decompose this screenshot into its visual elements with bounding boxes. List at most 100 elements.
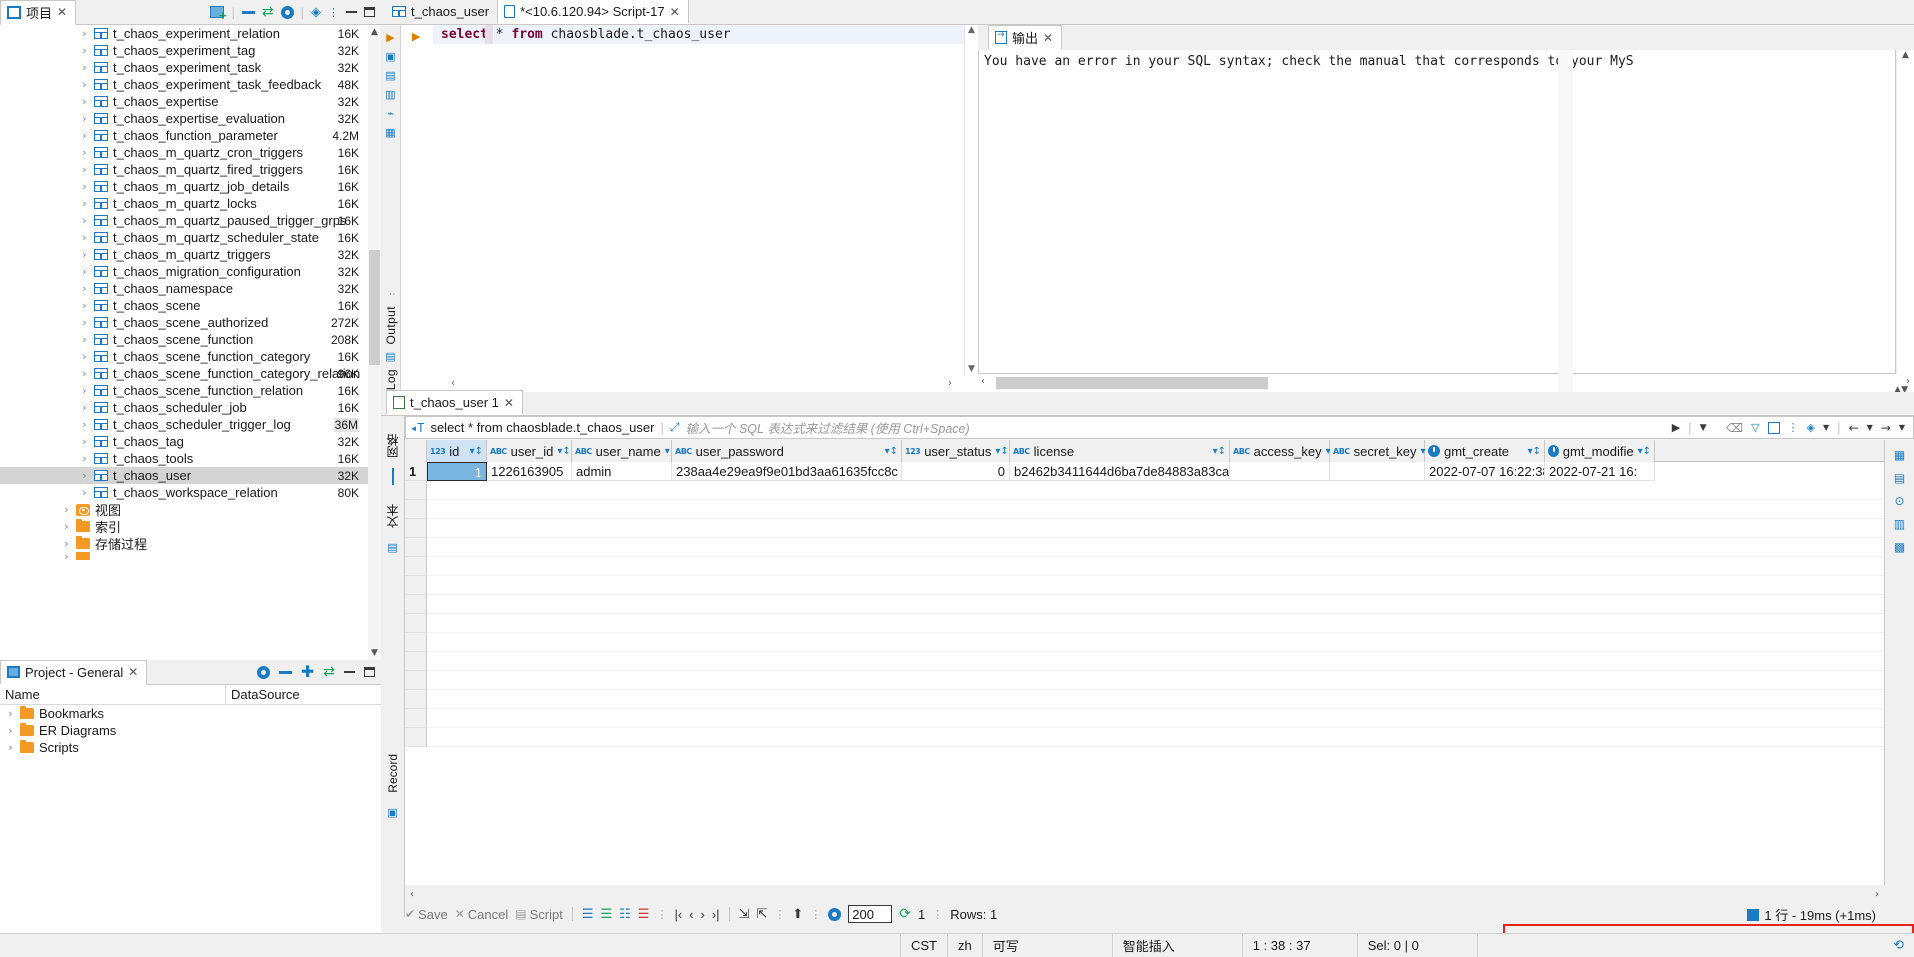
sql-vertical-scrollbar[interactable]: ▲ ▼: [964, 25, 978, 376]
navigator-table-row[interactable]: › t_chaos_m_quartz_fired_triggers 16K: [0, 161, 381, 178]
navigator-table-row[interactable]: › t_chaos_workspace_relation 80K: [0, 484, 381, 501]
grid-panel-icon[interactable]: [1767, 421, 1780, 434]
filter-current-query[interactable]: select * from chaosblade.t_chaos_user: [430, 420, 654, 435]
scroll-right-icon[interactable]: ›: [948, 378, 952, 389]
expand-arrow-icon[interactable]: ›: [80, 27, 89, 40]
filter-placeholder[interactable]: 输入一个 SQL 表达式来过滤结果 (使用 Ctrl+Space): [685, 418, 969, 437]
output-left-scrollbar[interactable]: [1558, 50, 1573, 392]
expand-arrow-icon[interactable]: ›: [80, 231, 89, 244]
expand-arrow-icon[interactable]: ›: [80, 265, 89, 278]
navigator-table-row[interactable]: › t_chaos_scene_function 208K: [0, 331, 381, 348]
column-filter-sort-icon[interactable]: ▾↕: [995, 446, 1008, 457]
scroll-down-icon[interactable]: ▼: [368, 646, 381, 660]
scroll-up-icon[interactable]: ▲: [368, 25, 381, 39]
expand-arrow-icon[interactable]: ›: [80, 316, 89, 329]
delete-row-icon[interactable]: ☰: [638, 907, 650, 922]
navigator-table-row[interactable]: › t_chaos_scene 16K: [0, 297, 381, 314]
output-panel-icon[interactable]: ▤: [381, 350, 400, 363]
navigator-table-row[interactable]: › t_chaos_experiment_task_feedback 48K: [0, 76, 381, 93]
scroll-right-icon[interactable]: ›: [1875, 889, 1879, 900]
column-filter-sort-icon[interactable]: ▾↕: [1213, 446, 1226, 457]
refresh-icon[interactable]: ⟳: [899, 906, 911, 922]
expand-arrow-icon[interactable]: ›: [62, 552, 71, 560]
grid-column-header-gmt_create[interactable]: gmt_create ▾↕: [1425, 440, 1545, 462]
execute-statement-icon[interactable]: ▶: [412, 30, 420, 43]
grid-header-row[interactable]: 123id▾↕ABCuser_id▾↕ABCuser_name▾↕ABCuser…: [405, 440, 1884, 462]
navigator-folder-row[interactable]: › 索引: [0, 518, 381, 535]
close-icon[interactable]: ✕: [670, 5, 680, 19]
add-row-icon[interactable]: ☰: [600, 907, 612, 922]
duplicate-row-icon[interactable]: ☷: [619, 907, 631, 922]
column-header-name[interactable]: Name: [0, 687, 225, 702]
back-dropdown-icon[interactable]: ▼: [1867, 423, 1873, 432]
last-row-icon[interactable]: ›|: [712, 907, 720, 922]
link-editor-icon[interactable]: ⇄: [262, 4, 274, 20]
grid-row-number[interactable]: 1: [405, 462, 427, 481]
minimize-icon[interactable]: [346, 11, 357, 13]
grid-cell-user_password[interactable]: 238aa4e29ea9f9e01bd3aa61635fcc8c: [672, 462, 902, 481]
panel-menu-icon[interactable]: ⋮: [1788, 422, 1799, 433]
sql-history-icon[interactable]: ▦: [381, 126, 400, 139]
calc-panel-icon[interactable]: ▥: [1894, 517, 1905, 531]
output-tabstrip[interactable]: 输出 ✕: [978, 25, 1914, 50]
grid-cell-access_key[interactable]: [1230, 462, 1330, 481]
results-tabstrip[interactable]: t_chaos_user 1 ✕: [381, 390, 1914, 416]
gear-icon[interactable]: [280, 5, 294, 19]
add-icon[interactable]: ✚: [301, 664, 314, 680]
project-list-item[interactable]: › Bookmarks: [0, 705, 381, 722]
value-panel-icon[interactable]: ▤: [1894, 471, 1905, 485]
grid-cell-user_status[interactable]: 0: [902, 462, 1010, 481]
grid-column-header-user_id[interactable]: ABC user_id ▾↕: [487, 440, 572, 462]
grid-settings-icon[interactable]: ▦: [1894, 448, 1905, 462]
tab-project-general[interactable]: Project - General ✕: [0, 659, 148, 685]
grid-column-header-id[interactable]: 123 id ▾↕: [427, 440, 487, 462]
navigator-folder-row-partial[interactable]: ›: [0, 552, 381, 560]
calc-dropdown-icon[interactable]: ▼: [1823, 423, 1829, 432]
column-header-datasource[interactable]: DataSource: [225, 684, 381, 705]
grid-icon[interactable]: [391, 468, 394, 485]
navigator-table-row[interactable]: › t_chaos_expertise 32K: [0, 93, 381, 110]
navigator-tree[interactable]: › t_chaos_experiment_relation 16K › t_chaos_…: [0, 25, 381, 660]
expand-arrow-icon[interactable]: ›: [80, 112, 89, 125]
expand-arrow-icon[interactable]: ›: [80, 146, 89, 159]
results-data-grid[interactable]: 123id▾↕ABCuser_id▾↕ABCuser_name▾↕ABCuser…: [405, 440, 1884, 885]
navigator-table-row[interactable]: › t_chaos_m_quartz_scheduler_state 16K: [0, 229, 381, 246]
grid-column-header-secret_key[interactable]: ABCsecret_key▾↕: [1330, 440, 1434, 462]
view-menu-icon[interactable]: ⋮: [328, 7, 339, 18]
expand-arrow-icon[interactable]: ›: [6, 724, 15, 737]
navigator-table-row[interactable]: › t_chaos_experiment_task 32K: [0, 59, 381, 76]
expand-arrow-icon[interactable]: ›: [80, 129, 89, 142]
grid-column-header-access_key[interactable]: ABCaccess_key▾↕: [1230, 440, 1339, 462]
log-rail-label[interactable]: Log: [384, 369, 398, 390]
calculator-icon[interactable]: ◈: [1807, 421, 1815, 434]
navigator-table-row[interactable]: › t_chaos_m_quartz_paused_trigger_grps 16K: [0, 212, 381, 229]
scrollbar-thumb[interactable]: [369, 250, 380, 365]
grid-cell-user_name[interactable]: admin: [572, 462, 672, 481]
editor-tab-2[interactable]: *<10.6.120.94> Script-17 ✕: [497, 0, 689, 24]
expand-arrow-icon[interactable]: ›: [80, 469, 89, 482]
navigator-table-row[interactable]: › t_chaos_namespace 32K: [0, 280, 381, 297]
maximize-icon[interactable]: [364, 667, 375, 677]
expand-arrow-icon[interactable]: ›: [62, 503, 71, 516]
output-horizontal-scrollbar[interactable]: ‹ ›: [978, 374, 1914, 392]
output-vertical-scrollbar[interactable]: ▲: [1897, 50, 1914, 374]
expand-arrow-icon[interactable]: ›: [80, 282, 89, 295]
gear-icon[interactable]: [256, 665, 270, 679]
tab-projects[interactable]: 项目 ✕: [0, 0, 77, 25]
edit-row-icon[interactable]: ☰: [582, 907, 594, 922]
grid-presentation-label[interactable]: 网格: [384, 434, 401, 458]
record-presentation-label[interactable]: Record: [386, 754, 400, 793]
navigator-table-row[interactable]: › t_chaos_tools 16K: [0, 450, 381, 467]
output-text-container[interactable]: You have an error in your SQL syntax; ch…: [978, 50, 1896, 374]
sql-text-area[interactable]: select * from chaosblade.t_chaos_user: [433, 25, 964, 392]
status-refresh-icon[interactable]: ⟲: [1883, 934, 1914, 957]
expand-arrow-icon[interactable]: ›: [80, 350, 89, 363]
filter-history-dropdown-icon[interactable]: ▼: [1700, 423, 1707, 433]
grid-column-header-user_status[interactable]: 123 user_status ▾↕: [902, 440, 1010, 462]
navigator-table-row[interactable]: › t_chaos_function_parameter 4.2M: [0, 127, 381, 144]
project-list-item[interactable]: › Scripts: [0, 739, 381, 756]
navigator-table-row[interactable]: › t_chaos_scene_function_relation 16K: [0, 382, 381, 399]
forward-dropdown-icon[interactable]: ▼: [1899, 423, 1905, 432]
expand-arrow-icon[interactable]: ›: [80, 197, 89, 210]
script-button[interactable]: ▤ Script: [515, 907, 563, 922]
